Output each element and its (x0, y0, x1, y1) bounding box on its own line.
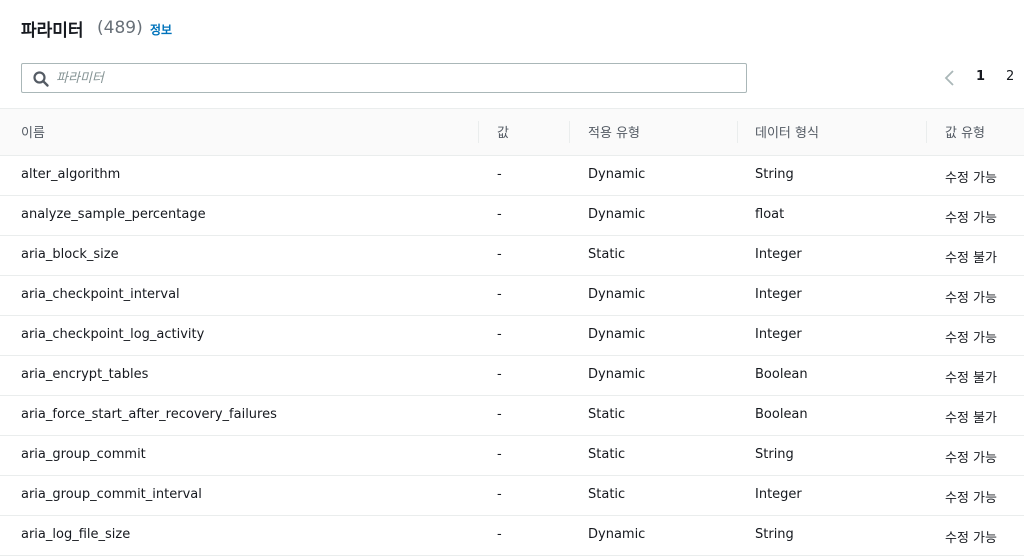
data-type: String (755, 167, 794, 182)
parameter-value: - (497, 247, 502, 262)
parameter-value: - (497, 287, 502, 302)
apply-type: Dynamic (588, 327, 646, 342)
table-row: aria_checkpoint_log_activity - Dynamic I… (0, 316, 1024, 356)
table-row: aria_encrypt_tables - Dynamic Boolean 수정… (0, 356, 1024, 396)
apply-type: Dynamic (588, 367, 646, 382)
panel-header: 파라미터 (489) 정보 (0, 0, 1024, 56)
column-divider[interactable] (478, 121, 479, 143)
table-row: alter_algorithm - Dynamic String 수정 가능 (0, 156, 1024, 196)
data-type: Integer (755, 327, 802, 342)
parameter-value: - (497, 527, 502, 542)
column-divider[interactable] (569, 121, 570, 143)
parameter-name: analyze_sample_percentage (21, 207, 206, 222)
parameter-name: aria_checkpoint_log_activity (21, 327, 205, 342)
parameter-name: aria_block_size (21, 247, 119, 262)
chevron-left-icon (944, 70, 954, 86)
parameter-value: - (497, 407, 502, 422)
modifiable: 수정 불가 (945, 411, 997, 426)
search-input[interactable] (56, 66, 736, 90)
parameter-count: (489) (97, 18, 143, 38)
table-row: analyze_sample_percentage - Dynamic floa… (0, 196, 1024, 236)
parameter-name: aria_group_commit (21, 447, 146, 462)
apply-type: Dynamic (588, 207, 646, 222)
search-box[interactable] (21, 63, 747, 93)
data-type: Boolean (755, 407, 808, 422)
data-type: Boolean (755, 367, 808, 382)
table-row: aria_group_commit - Static String 수정 가능 (0, 436, 1024, 476)
table-row: aria_checkpoint_interval - Dynamic Integ… (0, 276, 1024, 316)
column-header-name[interactable]: 이름 (21, 122, 45, 141)
parameter-value: - (497, 167, 502, 182)
modifiable: 수정 가능 (945, 331, 997, 346)
modifiable: 수정 가능 (945, 491, 997, 506)
parameter-name: aria_checkpoint_interval (21, 287, 180, 302)
column-divider[interactable] (737, 121, 738, 143)
modifiable: 수정 가능 (945, 531, 997, 546)
search-icon (32, 70, 50, 88)
apply-type: Static (588, 487, 626, 502)
parameters-table: 이름 값 적용 유형 데이터 형식 값 유형 alter_algorithm -… (0, 108, 1024, 556)
modifiable: 수정 가능 (945, 211, 997, 226)
parameter-name: aria_force_start_after_recovery_failures (21, 407, 277, 422)
page-1-button[interactable]: 1 (976, 69, 985, 84)
data-type: Integer (755, 287, 802, 302)
modifiable: 수정 불가 (945, 371, 997, 386)
column-divider[interactable] (926, 121, 927, 143)
apply-type: Static (588, 407, 626, 422)
info-link[interactable]: 정보 (150, 21, 172, 38)
data-type: float (755, 207, 785, 222)
column-header-apply-type[interactable]: 적용 유형 (588, 122, 640, 141)
data-type: String (755, 527, 794, 542)
modifiable: 수정 가능 (945, 171, 997, 186)
table-header: 이름 값 적용 유형 데이터 형식 값 유형 (0, 108, 1024, 156)
table-row: aria_log_file_size - Dynamic String 수정 가… (0, 516, 1024, 556)
previous-page-button[interactable] (942, 68, 958, 88)
data-type: Integer (755, 487, 802, 502)
parameter-value: - (497, 367, 502, 382)
table-row: aria_block_size - Static Integer 수정 불가 (0, 236, 1024, 276)
parameter-value: - (497, 447, 502, 462)
modifiable: 수정 가능 (945, 291, 997, 306)
data-type: Integer (755, 247, 802, 262)
apply-type: Dynamic (588, 287, 646, 302)
page-2-button[interactable]: 2 (1006, 69, 1014, 84)
apply-type: Static (588, 447, 626, 462)
apply-type: Static (588, 247, 626, 262)
apply-type: Dynamic (588, 167, 646, 182)
apply-type: Dynamic (588, 527, 646, 542)
table-row: aria_group_commit_interval - Static Inte… (0, 476, 1024, 516)
parameter-name: aria_encrypt_tables (21, 367, 149, 382)
column-header-value[interactable]: 값 (497, 122, 509, 141)
column-header-data-type[interactable]: 데이터 형식 (755, 122, 819, 141)
parameter-name: alter_algorithm (21, 167, 121, 182)
modifiable: 수정 가능 (945, 451, 997, 466)
parameter-value: - (497, 327, 502, 342)
parameter-value: - (497, 207, 502, 222)
page-title: 파라미터 (21, 21, 84, 41)
parameter-value: - (497, 487, 502, 502)
parameter-name: aria_group_commit_interval (21, 487, 202, 502)
modifiable: 수정 불가 (945, 251, 997, 266)
column-header-modifiable[interactable]: 값 유형 (945, 122, 985, 141)
parameter-name: aria_log_file_size (21, 527, 131, 542)
data-type: String (755, 447, 794, 462)
table-row: aria_force_start_after_recovery_failures… (0, 396, 1024, 436)
